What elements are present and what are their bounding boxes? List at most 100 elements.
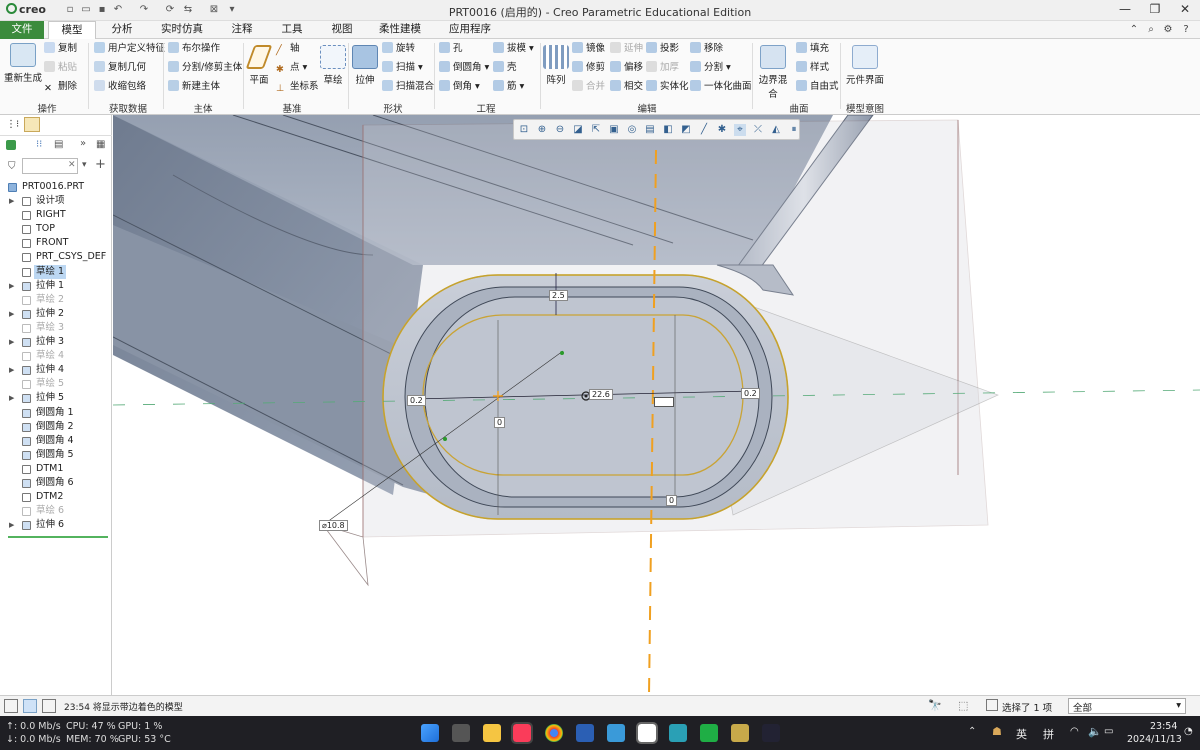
tray-expand-icon[interactable]: ⌃ [968,726,976,737]
freestyle-button[interactable]: 自由式 [796,80,839,94]
dimension-label[interactable]: 0 [666,495,678,506]
refit-icon[interactable]: ⊡ [518,124,530,136]
delete-button[interactable]: ✕ 删除 [44,80,77,94]
display-style-icon[interactable]: ◎ [626,124,638,136]
tab-tools[interactable]: 工具 [270,21,314,39]
zoom-in-icon[interactable]: ⊕ [536,124,548,136]
tree-item[interactable]: ▶ 设计项 [0,194,112,208]
revolve-button[interactable]: 旋转 [382,42,415,56]
sketch-button[interactable]: 草绘 [320,45,346,86]
selected-items-icon[interactable] [986,699,998,711]
tree-item[interactable]: ▶ 拉伸 4 [0,363,112,377]
tab-model[interactable]: 模型 [48,21,96,40]
annotation-display-icon[interactable]: ✱ [716,124,728,136]
repaint-icon[interactable]: ◪ [572,124,584,136]
tray-app-icon[interactable]: ☗ [992,725,1002,738]
collapse-ribbon-icon[interactable]: ⌃ [1128,24,1140,36]
component-interface-button[interactable]: 元件界面 [844,45,886,86]
tree-filters-icon[interactable]: ⁝⁝ [36,139,42,150]
clock-date[interactable]: 2024/11/13 [1127,734,1182,745]
copy-geometry-button[interactable]: 复制几何 [94,61,146,75]
restore-button[interactable]: ❐ [1140,2,1170,19]
extrude-button[interactable]: 拉伸 [352,45,378,86]
tree-item[interactable]: 草绘 3 [0,321,112,335]
thicken-button[interactable]: 加厚 [646,61,679,75]
tree-item[interactable]: 倒圆角 4 [0,434,112,448]
datum-display-icon[interactable]: ╱ [698,124,710,136]
battery-icon[interactable]: ▭ [1104,726,1113,737]
full-screen-icon[interactable] [42,699,56,713]
extend-button[interactable]: 延伸 [610,42,643,56]
dimension-label[interactable]: 0 [494,417,506,428]
tree-item[interactable]: 倒圆角 6 [0,476,112,490]
tree-settings-icon[interactable]: ▤ [54,139,63,150]
pattern-button[interactable]: 阵列 [543,45,569,86]
help-icon[interactable]: ? [1180,24,1192,36]
shrinkwrap-button[interactable]: 收缩包络 [94,80,146,94]
trim-button[interactable]: 修剪 [572,61,605,75]
tree-item[interactable]: ▶ 拉伸 1 [0,279,112,293]
point-button[interactable]: ✱ 点 ▾ [276,61,307,75]
insert-here-indicator[interactable] [8,536,108,538]
tab-applications[interactable]: 应用程序 [440,21,500,39]
unify-surfaces-button[interactable]: 一体化曲面 [690,80,752,94]
group-get-data-label[interactable]: 获取数据 [100,101,156,115]
tree-item[interactable]: DTM1 [0,462,112,476]
tree-item[interactable]: 草绘 5 [0,377,112,391]
style-button[interactable]: 样式 [796,61,829,75]
boolean-button[interactable]: 布尔操作 [168,42,220,56]
copy-button[interactable]: 复制 [44,42,77,56]
start-icon[interactable] [421,724,439,742]
tree-item[interactable]: 草绘 6 [0,504,112,518]
tree-item[interactable]: 倒圆角 5 [0,448,112,462]
tree-item[interactable]: 草绘 2 [0,293,112,307]
group-model-intent-label[interactable]: 模型意图 [840,101,890,115]
tab-view[interactable]: 视图 [320,21,364,39]
app-icon[interactable] [731,724,749,742]
tree-item[interactable]: ▶ 拉伸 5 [0,391,112,405]
group-engineering-label[interactable]: 工程 [462,101,510,115]
volume-icon[interactable]: 🔈 [1088,725,1102,738]
tree-item[interactable]: 倒圆角 2 [0,420,112,434]
close-button[interactable]: ✕ [1170,2,1200,19]
split-button[interactable]: 分割 ▾ [690,61,731,75]
expand-arrow-icon[interactable]: ▶ [9,279,14,293]
ime-pinyin[interactable]: 拼 [1043,726,1054,742]
expand-arrow-icon[interactable]: ▶ [9,518,14,532]
group-datum-label[interactable]: 基准 [266,101,318,115]
named-views-icon[interactable]: ▣ [608,124,620,136]
round-button[interactable]: 倒圆角 ▾ [439,61,489,75]
plane-button[interactable]: 平面 [245,45,273,86]
new-body-button[interactable]: 新建主体 [168,80,220,94]
udf-button[interactable]: 用户定义特征 [94,42,165,56]
sweep-button[interactable]: 扫描 ▾ [382,61,423,75]
chrome-icon[interactable] [545,724,563,742]
dimension-label[interactable]: 0.2 [407,395,426,406]
task-view-icon[interactable] [452,724,470,742]
perspective-icon[interactable]: ◩ [680,124,692,136]
folder-browser-tab-icon[interactable] [24,117,40,132]
section-icon[interactable]: ◭ [770,124,782,136]
saved-orientations-icon[interactable]: ▤ [644,124,656,136]
tree-item[interactable]: DTM2 [0,490,112,504]
graphics-window[interactable]: 2.5 22.6 0 0.2 0.2 0 ⌀10.8 ⊡ ⊕ ⊖ ◪ ⇱ ▣ ◎… [113,115,1200,695]
draft-button[interactable]: 拔模 ▾ [493,42,534,56]
regenerate-button[interactable]: 重新生成 [4,43,42,84]
intersect-button[interactable]: 相交 [610,80,643,94]
drag-handle[interactable] [654,397,674,407]
clear-search-icon[interactable]: ✕ [68,160,76,170]
tree-item[interactable]: FRONT [0,236,112,250]
app2-icon[interactable] [762,724,780,742]
shell-button[interactable]: 壳 [493,61,517,75]
group-body-label[interactable]: 主体 [180,101,226,115]
expand-arrow-icon[interactable]: ▶ [9,391,14,405]
tree-item[interactable]: 草绘 1 [0,264,112,279]
tree-item[interactable]: ▶ 拉伸 2 [0,307,112,321]
file-explorer-icon[interactable] [483,724,501,742]
axis-button[interactable]: ╱ 轴 [276,42,300,56]
tree-item[interactable]: 草绘 4 [0,349,112,363]
expand-arrow-icon[interactable]: ▶ [9,363,14,377]
group-operations-label[interactable]: 操作 [22,101,72,115]
dimension-label[interactable]: ⌀10.8 [319,520,348,531]
csys-button[interactable]: ⊥ 坐标系 [276,80,319,94]
